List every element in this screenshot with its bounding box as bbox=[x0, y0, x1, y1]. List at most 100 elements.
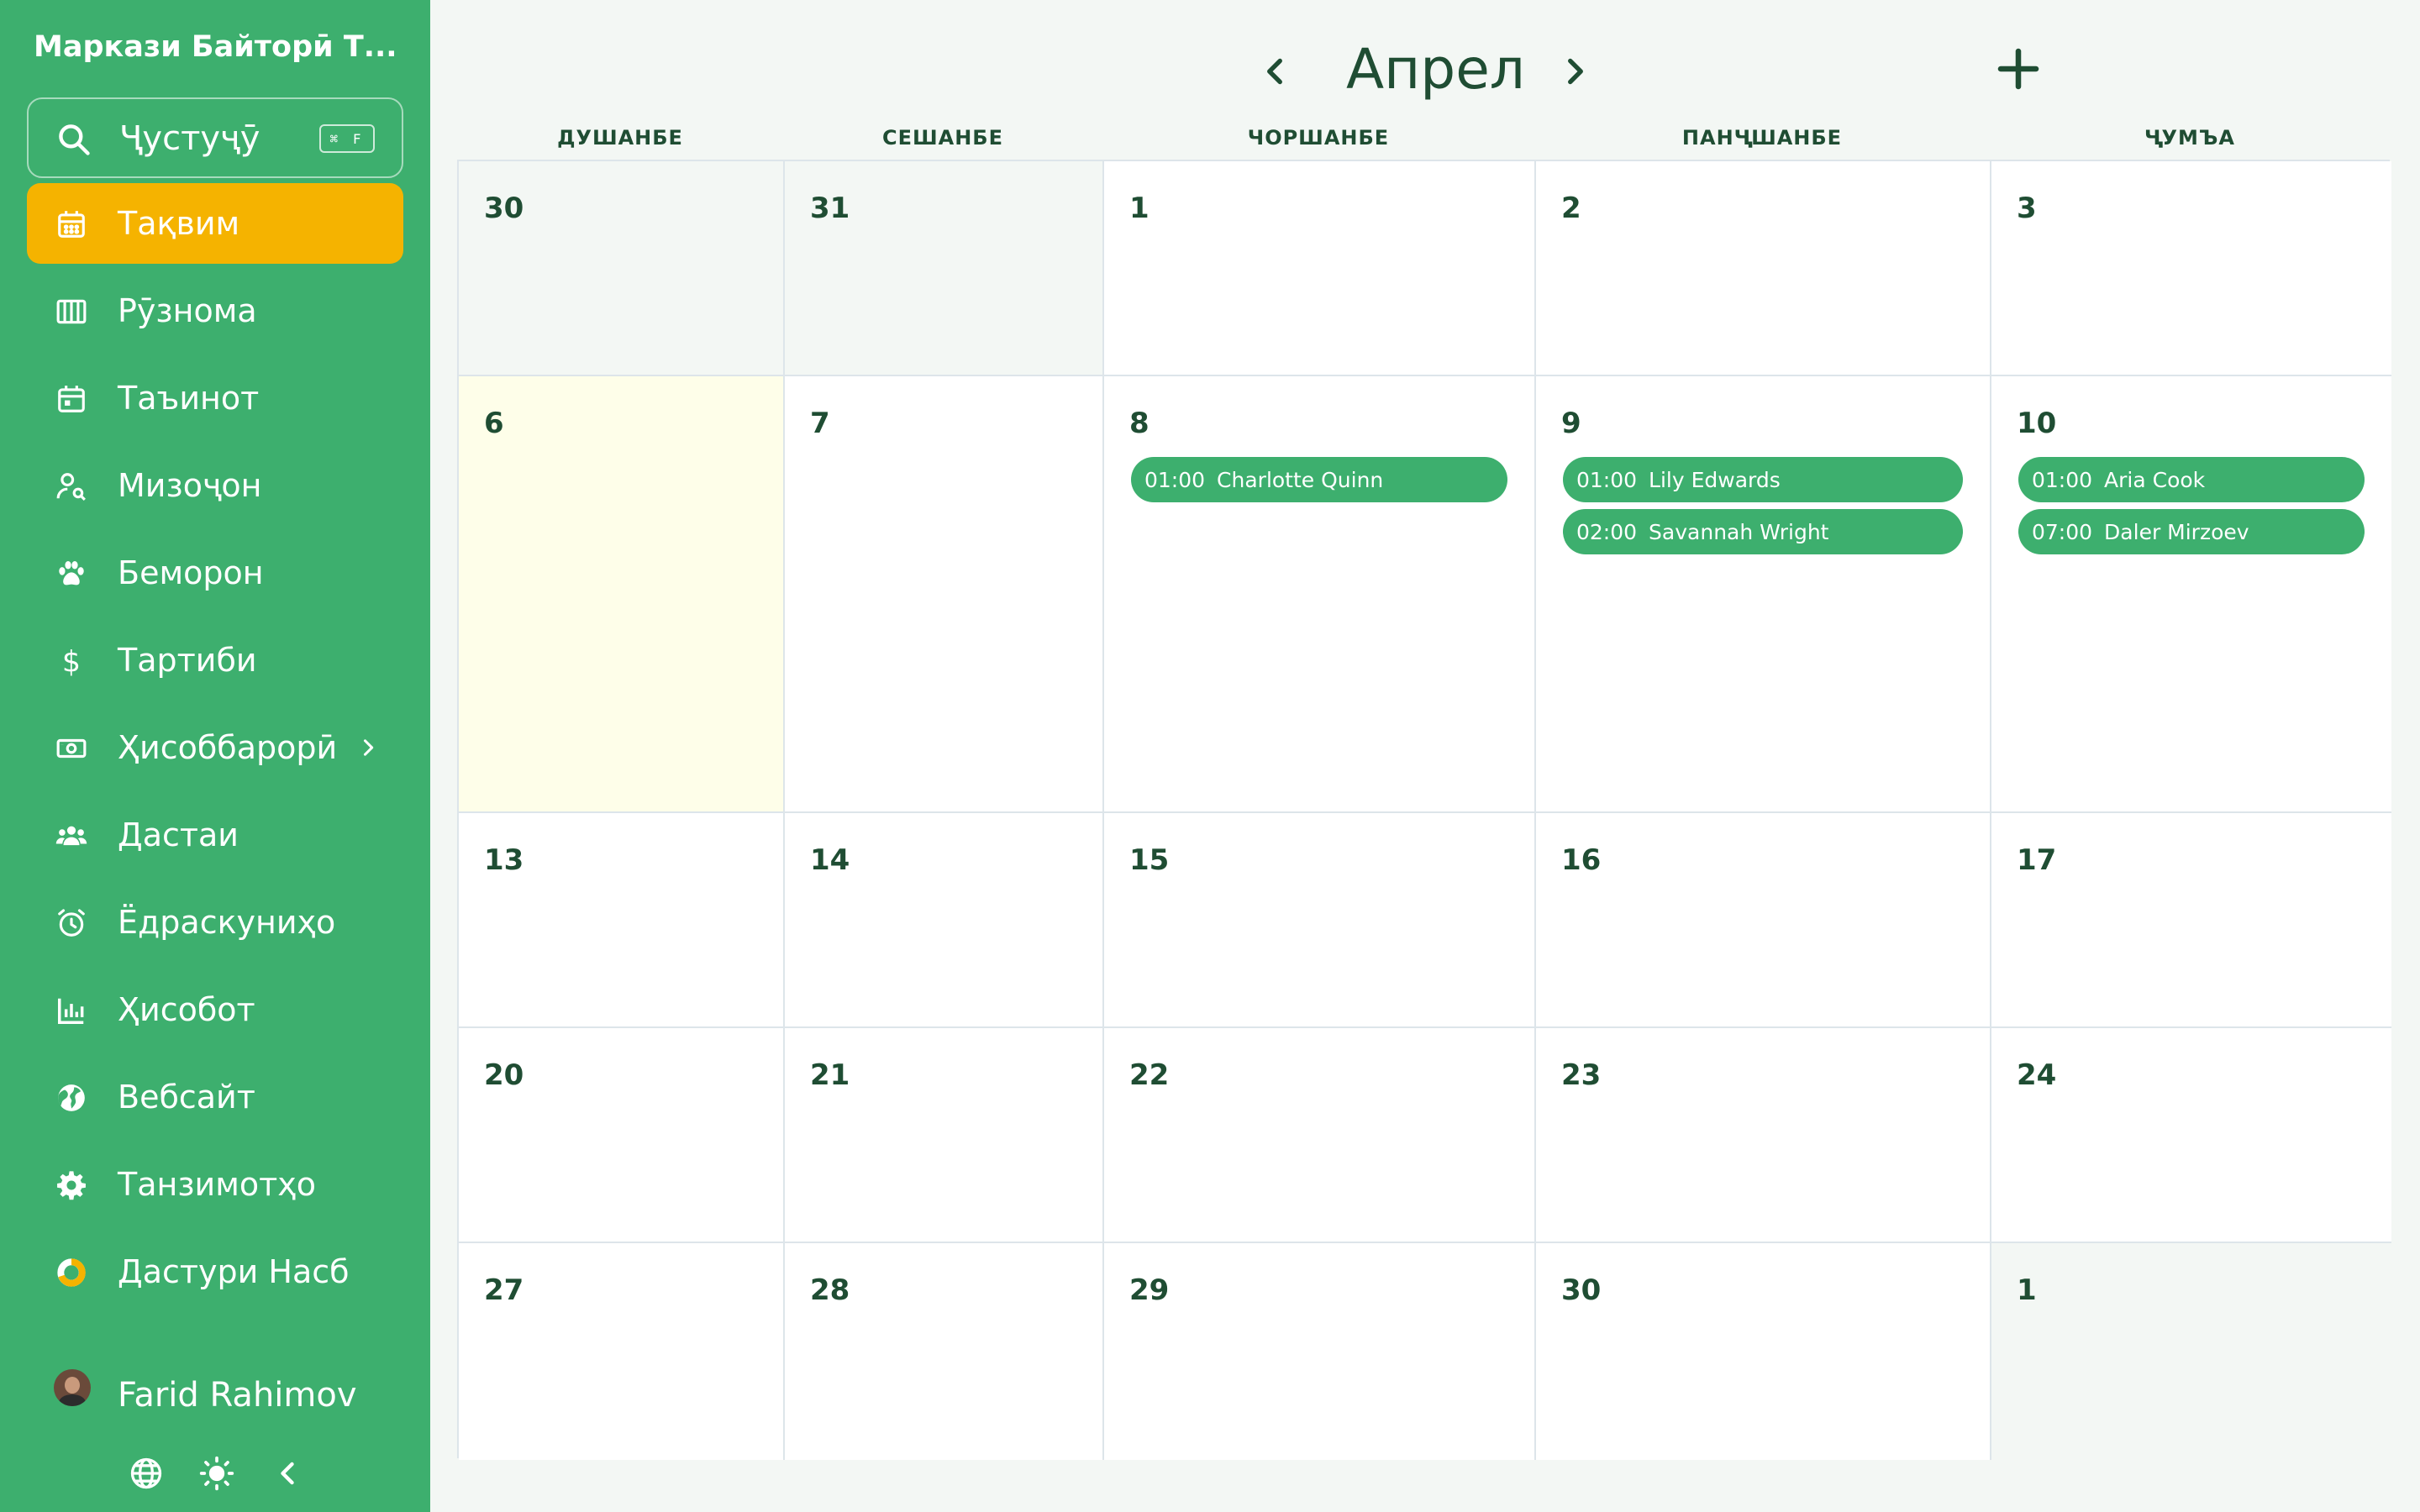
day-number: 2 bbox=[1561, 192, 1581, 225]
gear-icon bbox=[57, 1171, 86, 1200]
appointment-time: 02:00 bbox=[1576, 519, 1638, 544]
sidebar-item-label: Беморон bbox=[118, 554, 264, 591]
clinic-name: Маркази Байторӣ Т... bbox=[34, 30, 397, 64]
chart-icon bbox=[58, 998, 84, 1024]
sidebar-item-label: Ёдраскуниҳо bbox=[118, 904, 336, 941]
day-number: 24 bbox=[2017, 1058, 2057, 1092]
cash-icon bbox=[56, 738, 87, 759]
day-number: 16 bbox=[1561, 843, 1602, 877]
sidebar-item-label: Танзимотҳо bbox=[118, 1166, 317, 1203]
calendar-day[interactable]: 22 bbox=[1104, 1028, 1536, 1243]
weekday-label: СЕШАНБЕ bbox=[881, 126, 1003, 150]
calendar-day[interactable]: 27 bbox=[459, 1243, 785, 1460]
calendar-day[interactable]: 1 bbox=[1991, 1243, 2391, 1460]
month-header: Апрел bbox=[430, 25, 2420, 109]
day-number: 28 bbox=[810, 1273, 850, 1307]
appointment-chip[interactable]: 01:00 Aria Cook bbox=[2018, 457, 2365, 502]
calendar-day[interactable]: 1 bbox=[1104, 161, 1536, 376]
day-number: 3 bbox=[2017, 192, 2037, 225]
paw-icon bbox=[59, 560, 84, 585]
appointment-client: Lily Edwards bbox=[1649, 467, 1781, 492]
sidebar-item-setup-guide[interactable]: Дастури Насб bbox=[27, 1231, 403, 1312]
sidebar-item-calendar[interactable]: Тақвим bbox=[27, 183, 403, 264]
sidebar-item-label: Вебсайт bbox=[118, 1079, 255, 1116]
calendar-day[interactable]: 30 bbox=[459, 161, 785, 376]
day-number: 6 bbox=[484, 407, 504, 440]
appointment-chip[interactable]: 07:00 Daler Mirzoev bbox=[2018, 509, 2365, 554]
calendar-day[interactable]: 29 bbox=[1104, 1243, 1536, 1460]
calendar-day[interactable]: 30 bbox=[1536, 1243, 1991, 1460]
appointment-time: 01:00 bbox=[1144, 467, 1206, 492]
appointment-time: 01:00 bbox=[2032, 467, 2093, 492]
calendar-day[interactable]: 15 bbox=[1104, 813, 1536, 1028]
language-globe-icon[interactable] bbox=[128, 1455, 165, 1492]
team-icon bbox=[55, 826, 87, 846]
search-label: Ҷустуҷӯ bbox=[119, 119, 260, 158]
month-title: Апрел bbox=[1346, 37, 1525, 102]
sidebar-item-billing[interactable]: Ҳисоббарорӣ bbox=[27, 707, 403, 788]
sidebar-item-team[interactable]: Дастаи bbox=[27, 795, 403, 875]
calendar-day[interactable]: 23 bbox=[1536, 1028, 1991, 1243]
calendar-day[interactable]: 3 bbox=[1991, 161, 2391, 376]
calendar-day[interactable]: 8 01:00 Charlotte Quinn bbox=[1104, 376, 1536, 813]
collapse-chevron-icon[interactable] bbox=[269, 1455, 306, 1492]
day-number: 29 bbox=[1129, 1273, 1170, 1307]
day-number: 21 bbox=[810, 1058, 850, 1092]
day-number: 23 bbox=[1561, 1058, 1602, 1092]
appointment-time: 07:00 bbox=[2032, 519, 2093, 544]
day-number: 13 bbox=[484, 843, 524, 877]
sidebar-item-label: Тартиби bbox=[118, 642, 257, 679]
avatar[interactable] bbox=[54, 1369, 91, 1406]
calendar-day[interactable]: 10 01:00 Aria Cook 07:00 Daler Mirzoev bbox=[1991, 376, 2391, 813]
sidebar-item-clients[interactable]: Мизоҷон bbox=[27, 445, 403, 526]
day-number: 1 bbox=[1129, 192, 1150, 225]
sidebar-item-label: Ҳисобот bbox=[118, 991, 255, 1028]
calendar-day[interactable]: 13 bbox=[459, 813, 785, 1028]
sidebar-item-appointments[interactable]: Таъинот bbox=[27, 358, 403, 438]
user-profile[interactable] bbox=[54, 1369, 91, 1406]
sidebar-item-settings[interactable]: Танзимотҳо bbox=[27, 1144, 403, 1225]
calendar-day[interactable]: 17 bbox=[1991, 813, 2391, 1028]
sidebar-nav: Тақвим Рӯзнома Таъинот Мизоҷон Беморон $… bbox=[27, 183, 403, 1319]
appointment-chip[interactable]: 01:00 Lily Edwards bbox=[1563, 457, 1963, 502]
calendar-day[interactable]: 16 bbox=[1536, 813, 1991, 1028]
sidebar-item-website[interactable]: Вебсайт bbox=[27, 1057, 403, 1137]
appointment-chip[interactable]: 01:00 Charlotte Quinn bbox=[1131, 457, 1507, 502]
day-number: 1 bbox=[2017, 1273, 2037, 1307]
calendar-day[interactable]: 20 bbox=[459, 1028, 785, 1243]
calendar-day[interactable]: 21 bbox=[785, 1028, 1104, 1243]
calendar-day[interactable]: 14 bbox=[785, 813, 1104, 1028]
calendar-day[interactable]: 28 bbox=[785, 1243, 1104, 1460]
next-month-button[interactable] bbox=[1555, 50, 1597, 92]
calendar-day[interactable]: 31 bbox=[785, 161, 1104, 376]
day-number: 14 bbox=[810, 843, 850, 877]
prev-month-button[interactable] bbox=[1254, 50, 1296, 92]
search-icon bbox=[59, 124, 90, 155]
appointment-chip[interactable]: 02:00 Savannah Wright bbox=[1563, 509, 1963, 554]
calendar-day[interactable]: 9 01:00 Lily Edwards 02:00 Savannah Wright bbox=[1536, 376, 1991, 813]
add-appointment-button[interactable] bbox=[1995, 45, 2042, 92]
day-number: 9 bbox=[1561, 407, 1581, 440]
day-number: 20 bbox=[484, 1058, 524, 1092]
sun-icon[interactable] bbox=[198, 1455, 235, 1492]
weekday-label: ПАНҶШАНБЕ bbox=[1681, 126, 1843, 150]
sidebar-item-label: Тақвим bbox=[118, 205, 240, 242]
calendar-day[interactable]: 7 bbox=[785, 376, 1104, 813]
sidebar-item-reminders[interactable]: Ёдраскуниҳо bbox=[27, 882, 403, 963]
sidebar-item-schedule[interactable]: Рӯзнома bbox=[27, 270, 403, 351]
weekday-label: ҶУМЪА bbox=[2144, 126, 2235, 150]
appointment-time: 01:00 bbox=[1576, 467, 1638, 492]
sidebar-item-reports[interactable]: Ҳисобот bbox=[27, 969, 403, 1050]
calendar-day[interactable]: 24 bbox=[1991, 1028, 2391, 1243]
calendar-event-icon bbox=[58, 386, 85, 412]
sidebar-item-label: Ҳисоббарорӣ bbox=[118, 729, 338, 766]
calendar-day-today[interactable]: 6 bbox=[459, 376, 785, 813]
weekday-label: ДУШАНБЕ bbox=[557, 126, 683, 150]
calendar-day[interactable]: 2 bbox=[1536, 161, 1991, 376]
sidebar-item-pricing[interactable]: $ Тартиби bbox=[27, 620, 403, 701]
user-name[interactable]: Farid Rahimov bbox=[118, 1376, 357, 1415]
sidebar-item-patients[interactable]: Беморон bbox=[27, 533, 403, 613]
day-number: 31 bbox=[810, 192, 850, 225]
day-number: 10 bbox=[2017, 407, 2057, 440]
search-button[interactable]: Ҷустуҷӯ ⌘ F bbox=[27, 97, 403, 178]
